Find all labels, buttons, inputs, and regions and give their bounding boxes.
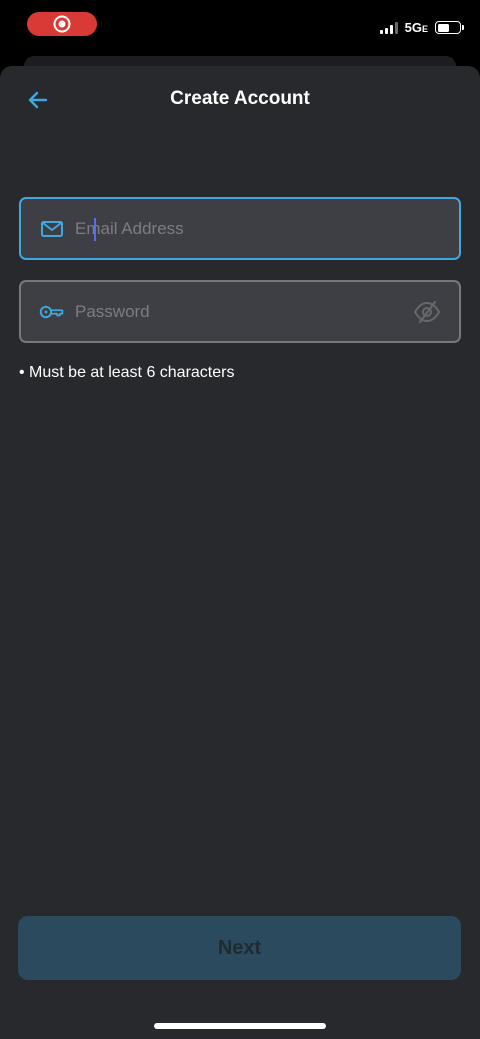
password-field[interactable]: [19, 280, 461, 343]
email-field[interactable]: [19, 197, 461, 260]
record-icon: [53, 15, 71, 33]
email-input[interactable]: [75, 213, 459, 244]
password-visibility-toggle[interactable]: [412, 297, 442, 327]
screen-recording-indicator[interactable]: [27, 12, 97, 36]
battery-icon: [435, 21, 464, 34]
cellular-signal-icon: [379, 21, 398, 34]
status-indicators: 5GE: [379, 20, 464, 35]
password-input[interactable]: [75, 296, 412, 327]
home-indicator[interactable]: [154, 1023, 326, 1029]
page-title: Create Account: [170, 88, 310, 109]
password-requirement-hint: • Must be at least 6 characters: [19, 364, 235, 381]
mail-icon: [39, 216, 65, 242]
create-account-sheet: Create Account • Must: [0, 66, 480, 1039]
next-button[interactable]: Next: [18, 916, 461, 980]
text-cursor: [94, 218, 96, 241]
network-type: 5GE: [404, 20, 428, 35]
navigation-bar: Create Account: [0, 66, 480, 132]
status-bar: 5GE: [0, 0, 480, 56]
key-icon: [39, 299, 65, 325]
eye-off-icon: [413, 300, 441, 323]
